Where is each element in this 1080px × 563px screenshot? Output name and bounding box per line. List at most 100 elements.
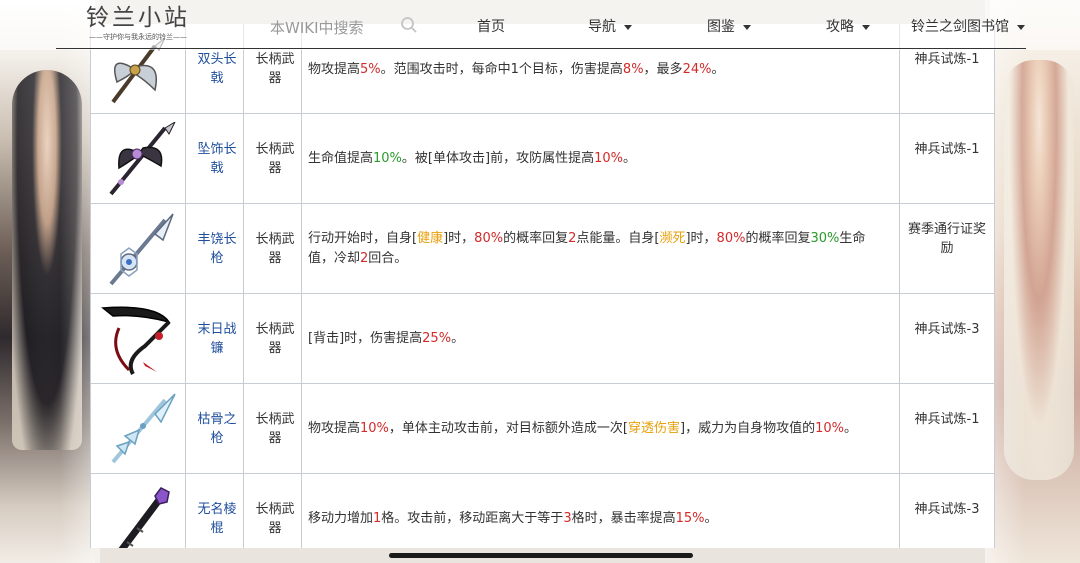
home-indicator[interactable] bbox=[389, 553, 693, 558]
nav-guides-menu[interactable]: 攻略 bbox=[826, 16, 870, 36]
weapon-name-link[interactable]: 双头长戟 bbox=[195, 50, 239, 88]
chevron-down-icon bbox=[1017, 24, 1025, 30]
table-row: 无名棱棍 长柄武器 移动力增加1格。攻击前，移动距离大于等于3格时，暴击率提高1… bbox=[91, 474, 994, 548]
effect-text: 。 bbox=[711, 62, 725, 77]
effect-value: 80% bbox=[716, 231, 746, 246]
weapon-name-link[interactable]: 末日战镰 bbox=[195, 320, 239, 358]
nav-home[interactable]: 首页 bbox=[477, 16, 505, 36]
weapon-image-cell bbox=[91, 474, 186, 548]
effect-value: 3 bbox=[563, 511, 572, 526]
effect-text: 。 bbox=[451, 331, 465, 346]
nav-catalog-menu[interactable]: 图鉴 bbox=[707, 16, 751, 36]
table-row: 坠饰长戟 长柄武器 生命值提高10%。被[单体攻击]前，攻防属性提高10%。 神… bbox=[91, 114, 994, 204]
effect-text: ]时， bbox=[443, 231, 475, 246]
effect-value: 10% bbox=[360, 421, 389, 436]
effect-text: 的概率回复 bbox=[503, 231, 569, 246]
weapon-image-cell bbox=[91, 294, 186, 383]
weapon-source-cell: 神兵试炼-1 bbox=[900, 384, 994, 473]
effect-text: 格。攻击前，移动距离大于等于 bbox=[381, 511, 564, 526]
effect-value: 10% bbox=[373, 151, 402, 166]
weapon-name-cell: 末日战镰 bbox=[186, 294, 244, 383]
weapon-type: 长柄武器 bbox=[255, 502, 295, 536]
weapon-image-cell bbox=[91, 204, 186, 293]
effect-text: 点能量。自身[ bbox=[576, 231, 660, 246]
weapon-table: 双头长戟 长柄武器 物攻提高5%。范围攻击时，每命中1个目标，伤害提高8%，最多… bbox=[90, 24, 995, 548]
effect-text: 移动力增加 bbox=[308, 511, 374, 526]
nav-navigation-menu[interactable]: 导航 bbox=[588, 16, 632, 36]
effect-text: ]，威力为自身物攻值的 bbox=[680, 421, 816, 436]
nav-library-menu[interactable]: 铃兰之剑图书馆 bbox=[911, 16, 1025, 36]
weapon-name-link[interactable]: 坠饰长戟 bbox=[195, 140, 239, 178]
header-divider bbox=[56, 48, 1026, 49]
effect-text: 的概率回复 bbox=[745, 231, 811, 246]
nav-navigation-label: 导航 bbox=[588, 19, 616, 35]
weapon-effect-cell: 移动力增加1格。攻击前，移动距离大于等于3格时，暴击率提高15%。 bbox=[302, 474, 900, 548]
weapon-source-cell: 神兵试炼-3 bbox=[900, 474, 994, 548]
table-row: 丰饶长枪 长柄武器 行动开始时，自身[健康]时，80%的概率回复2点能量。自身[… bbox=[91, 204, 994, 294]
effect-value: 25% bbox=[422, 331, 452, 346]
weapon-source: 神兵试炼-1 bbox=[914, 142, 980, 157]
search-box[interactable]: 本WIKI中搜索 bbox=[254, 12, 424, 40]
effect-text: 。 bbox=[622, 151, 636, 166]
table-row: 枯骨之枪 长柄武器 物攻提高10%，单体主动攻击前，对目标额外造成一次[穿透伤害… bbox=[91, 384, 994, 474]
weapon-effect: 物攻提高5%。范围攻击时，每命中1个目标，伤害提高8%，最多24%。 bbox=[308, 60, 891, 80]
weapon-type-cell: 长柄武器 bbox=[244, 384, 302, 473]
weapon-source: 神兵试炼-3 bbox=[914, 322, 980, 337]
effect-text: 。 bbox=[704, 511, 718, 526]
weapon-name-link[interactable]: 丰饶长枪 bbox=[195, 230, 239, 268]
doom-scythe-icon bbox=[101, 306, 171, 375]
search-icon[interactable] bbox=[400, 16, 418, 34]
site-header: 铃兰小站 ——守护你与我永远的铃兰—— 本WIKI中搜索 首页 导航 图鉴 攻略… bbox=[0, 0, 1080, 50]
weapon-type-cell: 长柄武器 bbox=[244, 474, 302, 548]
chevron-down-icon bbox=[743, 24, 751, 30]
pendant-halberd-icon bbox=[109, 122, 176, 196]
weapon-name-link[interactable]: 枯骨之枪 bbox=[195, 410, 239, 448]
search-input[interactable]: 本WIKI中搜索 bbox=[270, 17, 364, 38]
bountiful-spear-icon bbox=[109, 213, 174, 286]
weapon-type: 长柄武器 bbox=[255, 52, 295, 86]
weapon-type-cell: 长柄武器 bbox=[244, 114, 302, 203]
weapon-source-cell: 神兵试炼-3 bbox=[900, 294, 994, 383]
weapon-type: 长柄武器 bbox=[255, 142, 295, 176]
effect-value: 5% bbox=[360, 62, 381, 77]
weapon-type-cell: 长柄武器 bbox=[244, 204, 302, 293]
effect-value: 15% bbox=[675, 511, 705, 526]
bone-spear-icon bbox=[111, 393, 176, 464]
effect-text: 回合。 bbox=[368, 251, 408, 266]
weapon-effect: 行动开始时，自身[健康]时，80%的概率回复2点能量。自身[濒死]时，80%的概… bbox=[308, 229, 891, 269]
chevron-down-icon bbox=[624, 24, 632, 30]
weapon-source: 神兵试炼-3 bbox=[914, 502, 980, 517]
effect-text: 。范围攻击时，每命中1个目标，伤害提高 bbox=[380, 62, 623, 77]
effect-text: 。 bbox=[844, 421, 858, 436]
weapon-effect: 移动力增加1格。攻击前，移动距离大于等于3格时，暴击率提高15%。 bbox=[308, 509, 891, 529]
nameless-staff-icon bbox=[118, 487, 170, 548]
effect-value: 10% bbox=[594, 151, 623, 166]
chevron-down-icon bbox=[862, 24, 870, 30]
effect-text: ，最多 bbox=[643, 62, 683, 77]
weapon-effect-cell: 物攻提高10%，单体主动攻击前，对目标额外造成一次[穿透伤害]，威力为自身物攻值… bbox=[302, 384, 900, 473]
weapon-effect: [背击]时，伤害提高25%。 bbox=[308, 329, 891, 349]
nav-catalog-label: 图鉴 bbox=[707, 19, 735, 35]
effect-text: [背击]时，伤害提高 bbox=[308, 331, 423, 346]
effect-text: 生命值提高 bbox=[308, 151, 374, 166]
weapon-source-cell: 赛季通行证奖励 bbox=[900, 204, 994, 293]
site-logo[interactable]: 铃兰小站 ——守护你与我永远的铃兰—— bbox=[72, 4, 204, 48]
effect-value: 30% bbox=[810, 231, 840, 246]
effect-text: 行动开始时，自身[ bbox=[308, 231, 418, 246]
effect-value: 8% bbox=[622, 62, 644, 77]
weapon-effect: 生命值提高10%。被[单体攻击]前，攻防属性提高10%。 bbox=[308, 149, 891, 169]
logo-title: 铃兰小站 bbox=[86, 5, 190, 31]
effect-text: ，单体主动攻击前，对目标额外造成一次[ bbox=[388, 421, 628, 436]
weapon-name-cell: 枯骨之枪 bbox=[186, 384, 244, 473]
nav-library-label: 铃兰之剑图书馆 bbox=[911, 19, 1009, 35]
weapon-effect-cell: 行动开始时，自身[健康]时，80%的概率回复2点能量。自身[濒死]时，80%的概… bbox=[302, 204, 900, 293]
effect-value: 健康 bbox=[417, 231, 444, 246]
weapon-type: 长柄武器 bbox=[255, 412, 295, 446]
weapon-source: 神兵试炼-1 bbox=[914, 412, 980, 427]
weapon-effect-cell: 生命值提高10%。被[单体攻击]前，攻防属性提高10%。 bbox=[302, 114, 900, 203]
weapon-image-cell bbox=[91, 384, 186, 473]
weapon-name-link[interactable]: 无名棱棍 bbox=[195, 500, 239, 538]
weapon-source: 神兵试炼-1 bbox=[914, 52, 980, 67]
weapon-effect: 物攻提高10%，单体主动攻击前，对目标额外造成一次[穿透伤害]，威力为自身物攻值… bbox=[308, 419, 891, 439]
effect-text: 。被[单体攻击]前，攻防属性提高 bbox=[401, 151, 595, 166]
